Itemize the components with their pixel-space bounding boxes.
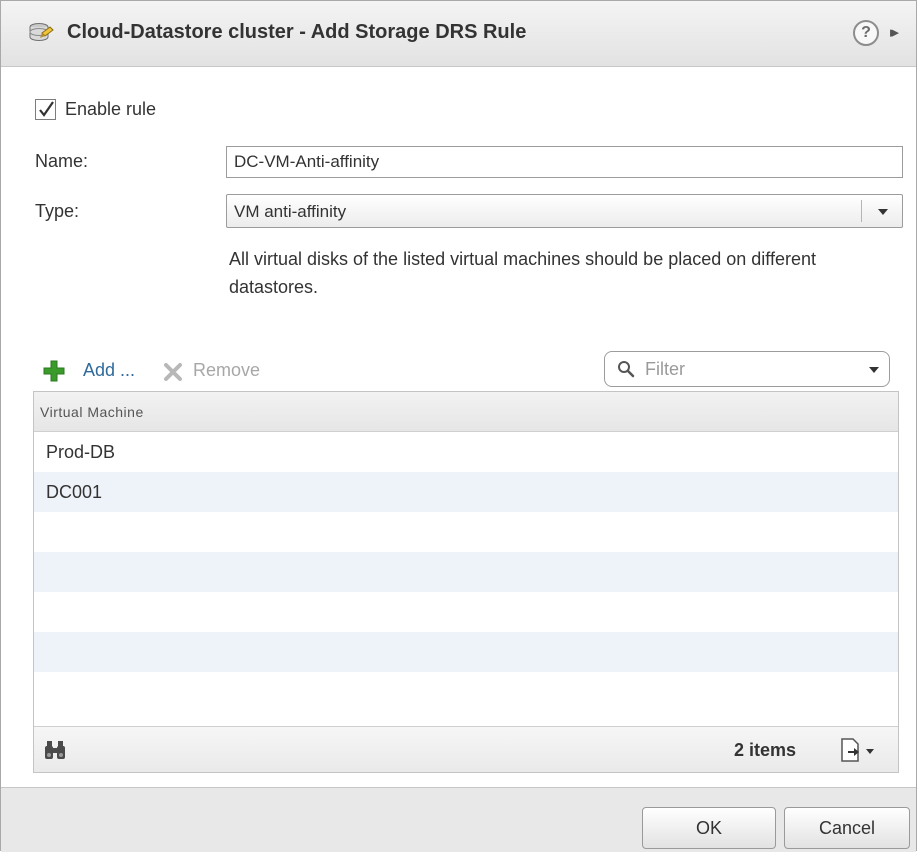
dialog-titlebar: Cloud-Datastore cluster - Add Storage DR… — [1, 1, 916, 67]
filter-input[interactable] — [643, 356, 853, 382]
enable-rule-label: Enable rule — [65, 99, 157, 119]
empty-row — [34, 552, 898, 592]
add-storage-drs-rule-dialog: Cloud-Datastore cluster - Add Storage DR… — [0, 0, 917, 852]
export-icon[interactable] — [840, 738, 862, 762]
name-field[interactable] — [226, 146, 903, 178]
dialog-title: Cloud-Datastore cluster - Add Storage DR… — [67, 21, 527, 43]
chevron-down-icon[interactable] — [866, 749, 874, 754]
expand-icon[interactable]: ▸▸ — [890, 23, 914, 43]
empty-row — [34, 632, 898, 672]
add-button[interactable]: Add ... — [83, 360, 135, 381]
type-selected-value: VM anti-affinity — [234, 202, 347, 221]
empty-row — [34, 512, 898, 552]
empty-row — [34, 672, 898, 712]
vm-name-cell: Prod-DB — [46, 442, 116, 462]
filter-box[interactable] — [604, 351, 890, 387]
grid-rows: Prod-DB DC001 — [34, 432, 898, 712]
ok-button[interactable]: OK — [642, 807, 776, 849]
dialog-button-bar: OK Cancel — [1, 787, 916, 852]
grid-header[interactable]: Virtual Machine — [34, 392, 898, 432]
type-select[interactable]: VM anti-affinity — [226, 194, 903, 228]
plus-icon[interactable] — [43, 360, 65, 382]
grid-footer: 2 items — [34, 726, 898, 772]
chevron-down-icon[interactable] — [878, 209, 888, 215]
remove-button[interactable]: Remove — [193, 360, 260, 381]
search-icon — [617, 360, 635, 378]
x-icon — [163, 362, 183, 382]
datastore-cluster-icon — [25, 21, 55, 47]
name-label: Name: — [35, 151, 89, 171]
binoculars-icon[interactable] — [44, 740, 66, 760]
column-header-virtual-machine[interactable]: Virtual Machine — [40, 404, 144, 420]
vm-name-cell: DC001 — [46, 482, 103, 502]
help-icon[interactable]: ? — [853, 20, 879, 46]
select-divider — [861, 200, 862, 222]
enable-rule-checkbox[interactable] — [35, 99, 56, 120]
table-row[interactable]: DC001 — [34, 472, 898, 512]
chevron-down-icon[interactable] — [869, 367, 879, 373]
rule-description: All virtual disks of the listed virtual … — [229, 249, 816, 297]
table-row[interactable]: Prod-DB — [34, 432, 898, 472]
vm-toolbar: Add ... Remove — [43, 359, 363, 385]
item-count: 2 items — [734, 740, 797, 760]
empty-row — [34, 592, 898, 632]
vm-grid: Virtual Machine Prod-DB DC001 2 items — [33, 391, 899, 773]
cancel-button[interactable]: Cancel — [784, 807, 910, 849]
type-label: Type: — [35, 201, 80, 221]
checkmark-icon — [39, 101, 54, 117]
